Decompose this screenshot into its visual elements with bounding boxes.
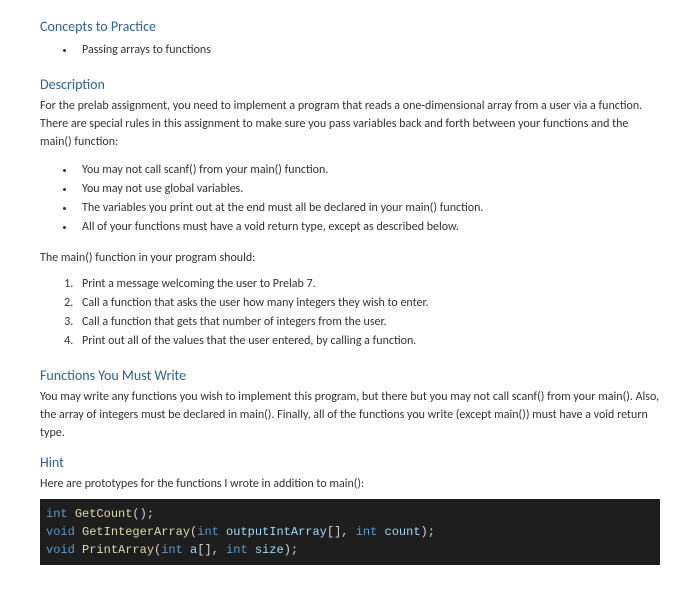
hint-body: Here are prototypes for the functions I … [40,475,660,493]
main-intro: The main() function in your program shou… [40,249,660,267]
code-text: [], [327,525,356,539]
list-item: You may not call scanf() from your main(… [76,161,660,179]
code-text: ); [284,543,298,557]
list-item: Print a message welcoming the user to Pr… [76,275,660,293]
list-item: All of your functions must have a void r… [76,218,660,236]
code-type: int [161,543,183,557]
functions-heading: Functions You Must Write [40,365,660,386]
code-type: int [197,525,219,539]
list-item: Call a function that gets that number of… [76,313,660,331]
list-item: Print out all of the values that the use… [76,332,660,350]
code-func: PrintArray [82,543,154,557]
code-text: (); [132,507,154,521]
code-type: void [46,525,75,539]
concepts-heading: Concepts to Practice [40,16,660,37]
description-intro: For the prelab assignment, you need to i… [40,97,660,151]
list-item: Call a function that asks the user how m… [76,294,660,312]
list-item: The variables you print out at the end m… [76,199,660,217]
functions-body: You may write any functions you wish to … [40,388,660,442]
code-var: size [248,543,284,557]
code-type: void [46,543,75,557]
hint-heading: Hint [40,452,660,473]
code-var: outputIntArray [219,525,327,539]
code-func: GetIntegerArray [82,525,190,539]
code-func: GetCount [75,507,133,521]
code-var: count [377,525,420,539]
concepts-list: Passing arrays to functions [76,39,660,64]
list-item: Passing arrays to functions [76,41,660,59]
code-type: int [46,507,68,521]
rules-list: You may not call scanf() from your main(… [76,159,660,241]
main-steps-list: Print a message welcoming the user to Pr… [76,273,660,355]
list-item: You may not use global variables. [76,180,660,198]
code-type: int [356,525,378,539]
code-type: int [226,543,248,557]
code-block: int GetCount(); void GetIntegerArray(int… [40,499,660,565]
code-text: ); [421,525,435,539]
code-text: [], [197,543,226,557]
code-var: a [183,543,197,557]
description-heading: Description [40,74,660,95]
